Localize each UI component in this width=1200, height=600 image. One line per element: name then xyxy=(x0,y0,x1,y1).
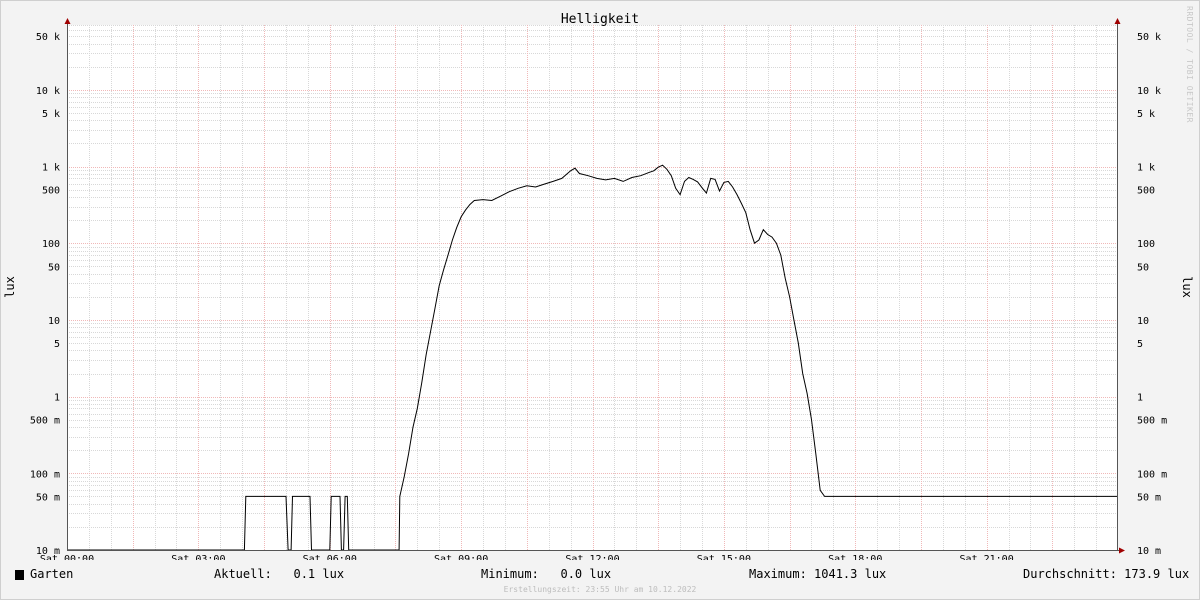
y-axis-arrow-left xyxy=(64,18,71,24)
chart-title: Helligkeit xyxy=(561,12,639,27)
y-tick-label-left: 50 xyxy=(48,262,60,273)
legend-maximum: Maximum: 1041.3 lux xyxy=(749,567,887,581)
legend-swatch-garten xyxy=(15,570,24,580)
y-tick-label-right: 10 k xyxy=(1137,86,1161,97)
y-tick-label-left: 500 m xyxy=(30,416,60,427)
y-tick-label-right: 5 xyxy=(1137,339,1143,350)
y-axis-label-right: lux xyxy=(1180,276,1194,298)
y-tick-label-left: 100 xyxy=(42,239,60,250)
y-tick-label-right: 5 k xyxy=(1137,109,1155,120)
y-tick-labels-left: 10 m50 m100 m500 m1510501005001 k5 k10 k… xyxy=(30,32,60,557)
legend-minimum: Minimum: 0.0 lux xyxy=(481,567,612,581)
watermark: RRDTOOL / TOBI OETIKER xyxy=(1185,6,1194,123)
y-tick-label-left: 50 k xyxy=(36,32,60,43)
legend-current: Aktuell: 0.1 lux xyxy=(214,567,345,581)
y-tick-label-right: 50 xyxy=(1137,262,1149,273)
y-tick-label-left: 5 k xyxy=(42,109,60,120)
y-tick-label-right: 1 xyxy=(1137,393,1143,404)
brightness-chart: 10 m 50 m 100 m 500 m 1 5 10 50 100 500 1 k 5 k 10 k… xyxy=(3,12,1194,560)
y-tick-label-right: 100 xyxy=(1137,239,1155,250)
x-tick-label: Sat 00:00 xyxy=(40,554,94,560)
y-tick-label-right: 10 m xyxy=(1137,546,1161,557)
x-axis-arrow xyxy=(1119,547,1125,554)
y-tick-label-right: 50 k xyxy=(1137,32,1161,43)
x-tick-label: Sat 18:00 xyxy=(828,554,882,560)
y-tick-label-left: 100 m xyxy=(30,469,60,480)
y-tick-label-left: 5 xyxy=(54,339,60,350)
y-tick-label-left: 1 xyxy=(54,393,60,404)
legend-average: Durchschnitt: 173.9 lux xyxy=(1023,567,1190,581)
x-tick-label: Sat 12:00 xyxy=(565,554,619,560)
y-axis-label-left: lux xyxy=(3,276,17,298)
y-tick-label-right: 500 m xyxy=(1137,416,1167,427)
x-tick-label: Sat 21:00 xyxy=(960,554,1014,560)
x-tick-label: Sat 06:00 xyxy=(303,554,357,560)
y-tick-label-right: 50 m xyxy=(1137,492,1161,503)
y-axis-arrow-right xyxy=(1114,18,1121,24)
y-tick-label-right: 1 k xyxy=(1137,163,1155,174)
x-tick-label: Sat 03:00 xyxy=(171,554,225,560)
y-tick-label-left: 10 xyxy=(48,316,60,327)
y-tick-label-right: 10 xyxy=(1137,316,1149,327)
y-tick-label-left: 10 k xyxy=(36,86,60,97)
y-tick-label-left: 1 k xyxy=(42,163,60,174)
plot-area xyxy=(67,25,1118,550)
y-tick-label-left: 50 m xyxy=(36,492,60,503)
x-tick-label: Sat 09:00 xyxy=(434,554,488,560)
y-tick-label-right: 500 xyxy=(1137,186,1155,197)
y-tick-labels-right: 10 m 50 m 100 m 500 m 1 5 10 50 100 500 1 k 5 k 10 k… xyxy=(1137,32,1167,557)
footer-timestamp: Erstellungszeit: 23:55 Uhr am 10.12.2022 xyxy=(503,585,697,594)
x-tick-labels: Sat 00:00 Sat 03:00 Sat 06:00 Sat 09:00 Sat … xyxy=(40,554,1014,560)
y-tick-label-right: 100 m xyxy=(1137,469,1167,480)
y-tick-label-left: 500 xyxy=(42,186,60,197)
legend-series-name: Garten xyxy=(30,567,74,581)
x-tick-label: Sat 15:00 xyxy=(697,554,751,560)
